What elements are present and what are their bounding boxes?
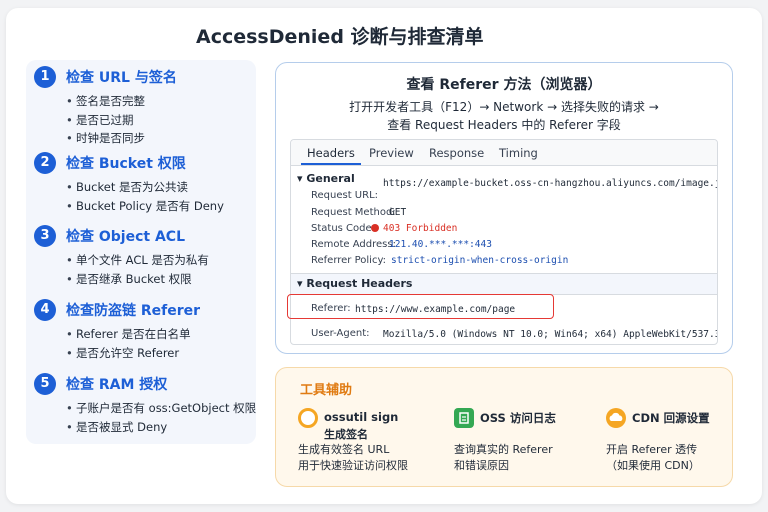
tool-subtitle: 生成签名 — [324, 428, 368, 441]
list-item: 时钟是否同步 — [66, 129, 256, 148]
referrer-policy-label: Referrer Policy: — [311, 255, 386, 266]
list-item: Referer 是否在白名单 — [66, 325, 256, 344]
step-title: 检查防盗链 Referer — [66, 303, 201, 319]
user-agent-label: User-Agent: — [311, 328, 370, 339]
list-item: 签名是否完整 — [66, 92, 256, 111]
list-item: Bucket Policy 是否有 Deny — [66, 197, 256, 216]
request-url-value: https://example-bucket.oss-cn-hangzhou.a… — [383, 178, 718, 189]
tab-timing[interactable]: Timing — [499, 146, 538, 160]
step-title: 检查 Object ACL — [66, 229, 185, 245]
status-code-text: 403 Forbidden — [383, 223, 458, 234]
step-number: 4 — [34, 299, 56, 321]
remote-address-value: 121.40.***.***:443 — [389, 239, 492, 250]
referer-panel-title: 查看 Referer 方法（浏览器） — [406, 77, 602, 93]
general-section-toggle[interactable]: ▾ General — [297, 172, 355, 185]
devtools-tabs: Headers Preview Response Timing — [291, 140, 717, 166]
tab-headers[interactable]: Headers — [307, 146, 355, 160]
referer-panel-desc-line1: 打开开发者工具（F12）→ Network → 选择失败的请求 → — [349, 100, 659, 114]
step-4: 4 检查防盗链 Referer Referer 是否在白名单 是否允许空 Ref… — [34, 298, 256, 362]
tool-desc-line2: （如果使用 CDN） — [606, 459, 700, 472]
tool-desc-line2: 用于快速验证访问权限 — [298, 459, 408, 472]
tools-panel: 工具辅助 ossutil sign 生成签名 生成有效签名 URL 用于快速验证… — [275, 367, 733, 487]
step-number: 1 — [34, 66, 56, 88]
status-code-value: 403 Forbidden — [371, 223, 457, 234]
step-3: 3 检查 Object ACL 单个文件 ACL 是否为私有 是否继承 Buck… — [34, 224, 256, 288]
step-title: 检查 URL 与签名 — [66, 70, 177, 86]
active-tab-indicator — [301, 163, 361, 165]
step-2: 2 检查 Bucket 权限 Bucket 是否为公共读 Bucket Poli… — [34, 151, 256, 215]
tab-response[interactable]: Response — [429, 146, 484, 160]
referrer-policy-value: strict-origin-when-cross-origin — [391, 255, 569, 266]
cdn-icon — [606, 408, 626, 428]
referer-highlight-box — [287, 294, 554, 319]
list-item: 是否允许空 Referer — [66, 344, 256, 363]
ossutil-icon — [298, 408, 318, 428]
steps-panel: 1 检查 URL 与签名 签名是否完整 是否已过期 时钟是否同步 2 检查 Bu… — [26, 60, 256, 444]
request-method-value: GET — [389, 207, 407, 218]
step-1: 1 检查 URL 与签名 签名是否完整 是否已过期 时钟是否同步 — [34, 65, 256, 148]
tool-name: CDN 回源设置 — [632, 411, 710, 425]
tab-preview[interactable]: Preview — [369, 146, 414, 160]
step-title: 检查 Bucket 权限 — [66, 156, 186, 172]
step-5: 5 检查 RAM 授权 子账户是否有 oss:GetObject 权限 是否被显… — [34, 372, 256, 436]
status-code-label: Status Code: — [311, 223, 376, 234]
request-url-label: Request URL: — [311, 190, 379, 201]
log-icon — [454, 408, 474, 428]
request-method-label: Request Method: — [311, 207, 396, 218]
tool-desc-line2: 和错误原因 — [454, 459, 509, 472]
list-item: 是否被显式 Deny — [66, 418, 256, 437]
step-number: 3 — [34, 225, 56, 247]
page-title: AccessDenied 诊断与排查清单 — [196, 26, 484, 48]
step-title: 检查 RAM 授权 — [66, 377, 168, 393]
list-item: 是否继承 Bucket 权限 — [66, 270, 256, 289]
tool-name: OSS 访问日志 — [480, 411, 556, 425]
list-item: 是否已过期 — [66, 111, 256, 130]
list-item: 子账户是否有 oss:GetObject 权限 — [66, 399, 256, 418]
tool-desc-line1: 开启 Referer 透传 — [606, 443, 698, 456]
user-agent-value: Mozilla/5.0 (Windows NT 10.0; Win64; x64… — [383, 329, 718, 340]
tool-desc-line1: 生成有效签名 URL — [298, 443, 390, 456]
tool-name: ossutil sign — [324, 410, 399, 424]
list-item: 单个文件 ACL 是否为私有 — [66, 251, 256, 270]
tool-desc-line1: 查询真实的 Referer — [454, 443, 553, 456]
step-number: 5 — [34, 373, 56, 395]
request-headers-section-toggle[interactable]: ▾ Request Headers — [297, 277, 412, 290]
referer-panel-desc-line2: 查看 Request Headers 中的 Referer 字段 — [387, 118, 621, 132]
error-icon — [371, 224, 379, 232]
step-number: 2 — [34, 152, 56, 174]
remote-address-label: Remote Address: — [311, 239, 396, 250]
list-item: Bucket 是否为公共读 — [66, 178, 256, 197]
tools-title: 工具辅助 — [300, 383, 353, 398]
